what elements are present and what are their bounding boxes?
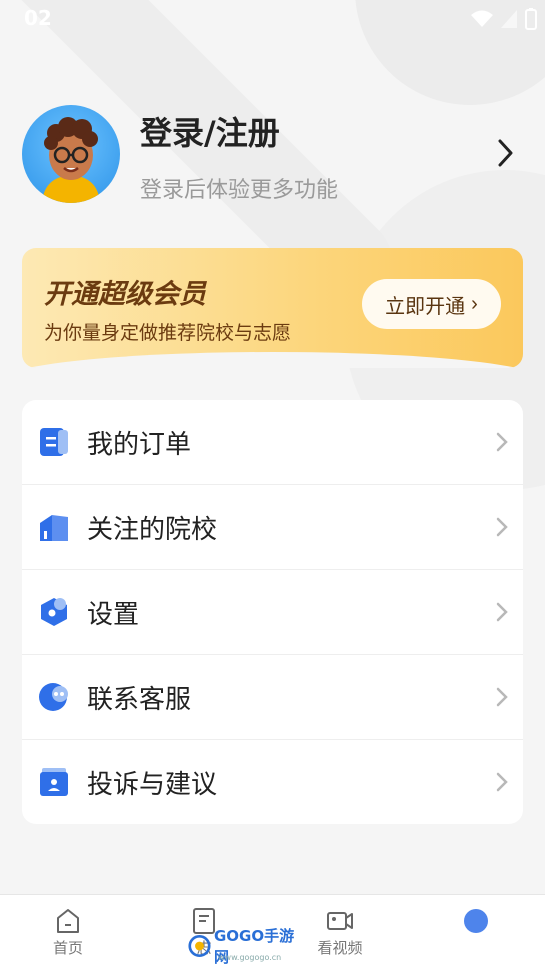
menu-item-followed-schools[interactable]: 关注的院校: [22, 485, 523, 570]
menu-item-settings[interactable]: 设置: [22, 570, 523, 655]
menu-list: 我的订单 关注的院校 设置 联系客服 投诉与建议: [22, 400, 523, 824]
menu-item-customer-service[interactable]: 联系客服: [22, 655, 523, 740]
watermark-logo-icon: [188, 934, 211, 958]
video-icon: [327, 912, 353, 930]
wifi-icon: [471, 10, 493, 27]
menu-item-label: 联系客服: [87, 685, 192, 715]
menu-item-label: 关注的院校: [87, 515, 218, 545]
school-icon: [40, 515, 68, 541]
customer-service-icon: [39, 683, 68, 711]
home-icon: [57, 909, 79, 933]
chevron-right-icon: ›: [471, 292, 478, 315]
menu-item-label: 设置: [87, 600, 140, 630]
vip-title: 开通超级会员: [44, 279, 206, 310]
tab-home[interactable]: 首页: [0, 895, 136, 970]
chevron-right-icon: [496, 602, 508, 622]
feedback-icon: [40, 768, 68, 796]
avatar[interactable]: [22, 105, 120, 203]
menu-item-label: 我的订单: [87, 430, 192, 460]
status-bar: 02: [0, 0, 545, 38]
avatar-cartoon-icon: [42, 117, 100, 203]
chevron-right-icon: [496, 432, 508, 452]
profile-header[interactable]: 登录/注册 登录后体验更多功能: [0, 100, 545, 210]
tab-me[interactable]: [408, 895, 544, 970]
vip-subtitle: 为你量身定做推荐院校与志愿: [44, 322, 292, 344]
menu-item-label: 投诉与建议: [87, 770, 218, 800]
settings-icon: [41, 598, 67, 626]
login-subtitle: 登录后体验更多功能: [140, 178, 339, 203]
menu-item-orders[interactable]: 我的订单: [22, 400, 523, 485]
open-vip-button[interactable]: 立即开通 ›: [362, 279, 501, 329]
signal-icon: [501, 10, 517, 28]
watermark: GOGO手游网 www.gogogo.cn: [188, 927, 298, 966]
chevron-right-icon: [496, 687, 508, 707]
login-register-title[interactable]: 登录/注册: [140, 108, 280, 154]
watermark-subtext: www.gogogo.cn: [218, 953, 282, 962]
chevron-right-icon: [496, 772, 508, 792]
chevron-right-icon[interactable]: [495, 138, 515, 168]
order-icon: [40, 428, 68, 456]
menu-item-feedback[interactable]: 投诉与建议: [22, 740, 523, 825]
chevron-right-icon: [496, 517, 508, 537]
tab-label: 首页: [52, 939, 83, 957]
battery-icon: [525, 8, 537, 30]
status-time: 02: [24, 6, 52, 30]
vip-banner[interactable]: 开通超级会员 为你量身定做推荐院校与志愿 立即开通 ›: [22, 248, 523, 368]
open-vip-button-label: 立即开通: [385, 295, 466, 318]
me-icon: [464, 909, 488, 933]
